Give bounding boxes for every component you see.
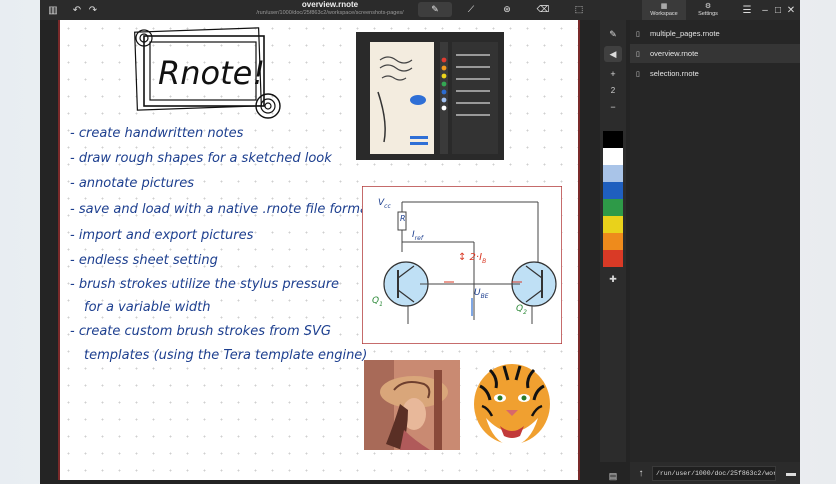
workspace-icon: ▦ [660, 3, 668, 11]
file-icon: ▯ [636, 50, 640, 58]
sidebar-toggle-icon[interactable]: ▥ [46, 3, 60, 17]
zoom-out-icon[interactable]: − [604, 99, 622, 115]
bullet-5: - import and export pictures [70, 228, 254, 243]
workspace-panel: ▦ Workspace ⚙ Settings ☰ – □ ✕ ▯ multipl… [630, 0, 800, 484]
maximize-icon[interactable]: □ [771, 3, 785, 17]
undo-icon[interactable]: ↶ [70, 3, 84, 17]
tool-selector: ✎ ⟋ ⊛ ⌫ ⬚ [418, 2, 596, 18]
ube-label: UBE [474, 288, 489, 300]
app-screenshot-image [356, 32, 504, 160]
page-number: 2 [610, 86, 616, 95]
workspace-footer: ↑ /run/user/1000/doc/25f863c2/work ▬ [630, 462, 800, 484]
minimize-icon[interactable]: – [758, 3, 772, 17]
bullet-1: - create handwritten notes [70, 126, 244, 141]
window-title: overview.rnote [301, 0, 359, 9]
logo-text: Rnote! [158, 54, 266, 92]
color-swatch[interactable] [603, 165, 623, 182]
q1-label: Q1 [372, 296, 383, 308]
q2-label: Q2 [516, 304, 527, 316]
selector-icon[interactable]: ⬚ [562, 2, 596, 17]
typewriter-icon[interactable]: ⊛ [490, 2, 524, 17]
bullet-4: - save and load with a native .rnote fil… [70, 202, 374, 217]
color-swatch[interactable] [603, 216, 623, 233]
color-palette [603, 131, 623, 267]
gear-icon: ⚙ [704, 3, 712, 11]
close-icon[interactable]: ✕ [784, 3, 798, 17]
eraser-icon[interactable]: ⌫ [526, 2, 560, 17]
pen-icon[interactable]: ✎ [418, 2, 452, 17]
flap-toggle-icon[interactable]: ▤ [604, 468, 622, 484]
file-list: ▯ multiple_pages.rnote ▯ overview.rnote … [630, 20, 800, 83]
bullet-6: - endless sheet setting [70, 253, 218, 268]
file-icon: ▯ [636, 30, 640, 38]
vcc-label: Vcc [378, 198, 391, 210]
settings-sidebar: ✎ ◀ + 2 − ✚ [600, 20, 626, 462]
title-block: overview.rnote /run/user/1000/doc/25f863… [220, 1, 440, 17]
color-swatch[interactable] [603, 250, 623, 267]
file-icon: ▯ [636, 70, 640, 78]
color-picker-icon[interactable]: ✚ [604, 271, 622, 287]
bullet-8: - create custom brush strokes from SVG [70, 324, 331, 339]
folder-icon[interactable]: ▬ [784, 466, 798, 480]
iref-label: Iref [412, 230, 423, 242]
color-swatch[interactable] [603, 182, 623, 199]
list-item[interactable]: ▯ selection.rnote [630, 64, 800, 83]
bullet-2: - draw rough shapes for a sketched look [70, 151, 332, 166]
window-path: /run/user/1000/doc/25f863c2/workspace/sc… [256, 10, 404, 16]
tab-settings[interactable]: ⚙ Settings [686, 0, 730, 20]
current-label: ↕ 2·IB [458, 252, 487, 265]
document-canvas[interactable]: Rnote! - create handwritten notes - draw… [58, 20, 580, 480]
workspace-header: ▦ Workspace ⚙ Settings ☰ – □ ✕ [630, 0, 800, 20]
redo-icon[interactable]: ↷ [86, 3, 100, 17]
parent-dir-icon[interactable]: ↑ [634, 466, 648, 480]
pen-settings-icon[interactable]: ✎ [604, 26, 622, 42]
color-swatch[interactable] [603, 233, 623, 250]
eraser-settings-icon[interactable]: ◀ [604, 46, 622, 62]
tab-workspace[interactable]: ▦ Workspace [642, 0, 686, 20]
color-swatch[interactable] [603, 131, 623, 148]
workspace-path-field[interactable]: /run/user/1000/doc/25f863c2/work [652, 465, 776, 481]
menu-icon[interactable]: ☰ [740, 3, 754, 17]
app-window: ▥ ↶ ↷ overview.rnote /run/user/1000/doc/… [40, 0, 800, 484]
portrait-photo [364, 360, 460, 450]
list-item[interactable]: ▯ overview.rnote [630, 44, 800, 63]
bullet-3: - annotate pictures [70, 176, 194, 191]
resistor-label: R [400, 214, 406, 223]
zoom-in-icon[interactable]: + [604, 66, 622, 82]
color-swatch[interactable] [603, 199, 623, 216]
bullet-8-cont: templates (using the Tera template engin… [84, 348, 368, 363]
bullet-7: - brush strokes utilize the stylus press… [70, 277, 340, 292]
list-item[interactable]: ▯ multiple_pages.rnote [630, 24, 800, 43]
color-swatch[interactable] [603, 148, 623, 165]
circuit-diagram [362, 186, 562, 344]
bullet-7-cont: for a variable width [84, 300, 211, 315]
shaper-icon[interactable]: ⟋ [454, 2, 488, 17]
tiger-image [474, 364, 550, 446]
